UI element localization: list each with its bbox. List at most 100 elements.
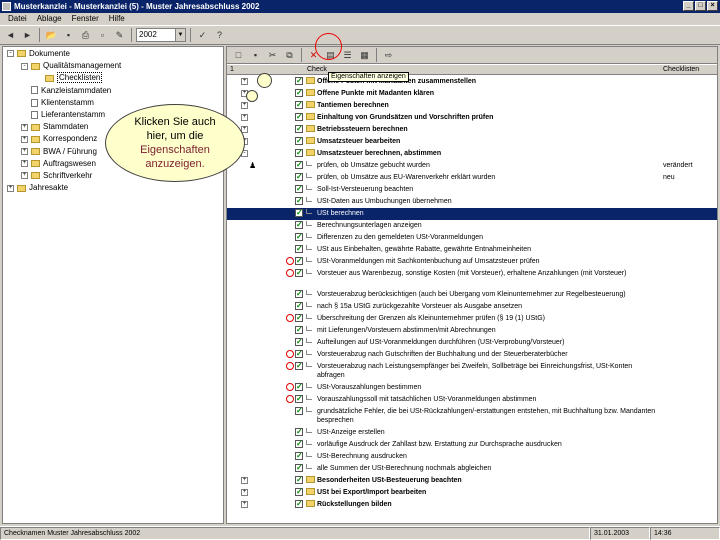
checkbox[interactable]: ✓ [295,89,303,97]
expand-icon[interactable]: + [21,123,28,131]
checkbox[interactable]: ✓ [295,101,303,109]
forward-icon[interactable]: ► [20,28,35,43]
check-tool-icon[interactable]: ✓ [195,28,210,43]
expand-icon[interactable]: + [241,501,248,508]
table-row[interactable]: ✓ USt-Berechnung ausdrucken [227,451,717,463]
table-row[interactable]: + ✓ Einhaltung von Grundsätzen und Vorschr… [227,112,717,124]
table-row[interactable]: ✓ Vorsteuer aus Warenbezug, sonstige Kost… [227,268,717,289]
table-row[interactable]: ✓ USt berechnen [227,208,717,220]
checkbox[interactable]: ✓ [295,197,303,205]
checkbox[interactable]: ✓ [295,338,303,346]
tree-node[interactable]: + Schriftverkehr [21,171,92,181]
checkbox[interactable]: ✓ [295,221,303,229]
expand-icon[interactable]: + [7,184,14,192]
table-row[interactable]: +✓Offene Posten mit Mandanten zusammenst… [227,76,717,88]
table-row[interactable]: ✓ prüfen, ob Umsätze aus EU-Warenverkehr … [227,172,717,184]
checkbox[interactable]: ✓ [295,452,303,460]
col-check[interactable]: Check [307,65,327,75]
chevron-down-icon[interactable]: ▼ [175,29,185,41]
copy-icon[interactable]: ⧉ [282,48,297,63]
table-row[interactable]: ✓ USt-Daten aus Umbuchungen übernehmen [227,196,717,208]
preview-icon[interactable]: ▫ [95,28,110,43]
export-icon[interactable]: ⇨ [381,48,396,63]
help-icon[interactable]: ? [212,28,227,43]
maximize-button[interactable]: □ [695,1,706,11]
tree-node[interactable]: + Jahresakte [7,183,68,193]
checkbox[interactable]: ✓ [295,407,303,415]
checkbox[interactable]: ✓ [295,257,303,265]
table-row[interactable]: ✓ mit Lieferungen/Vorsteuern abstimmen/mi… [227,325,717,337]
expand-icon[interactable]: + [241,102,248,109]
menu-fenster[interactable]: Fenster [67,13,104,25]
menu-hilfe[interactable]: Hilfe [104,13,130,25]
table-row[interactable]: ✓ Vorsteuerabzug nach Gutschriften der Bu… [227,349,717,361]
tree-node[interactable]: - Qualitätsmanagement [21,61,121,71]
table-row[interactable]: ✓ USt aus Einbehalten, gewährte Rabatte, … [227,244,717,256]
year-select[interactable]: 2002 ▼ [136,28,186,42]
checkbox[interactable]: ✓ [295,314,303,322]
save-icon[interactable]: ▪ [248,48,263,63]
table-row[interactable]: - ✓ Umsatzsteuer berechnen, abstimmen [227,148,717,160]
table-row[interactable]: ✓ Soll-Ist-Versteuerung beachten [227,184,717,196]
table-row[interactable]: ✓ Vorsteuerabzug nach Leistungsempfänger … [227,361,717,382]
table-row[interactable]: ✓ Überschreitung der Grenzen als Kleinunt… [227,313,717,325]
checkbox[interactable]: ✓ [295,464,303,472]
tree-node[interactable]: + Stammdaten [21,122,88,132]
list-view-icon[interactable]: ☰ [340,48,355,63]
tree-node[interactable]: + BWA / Führung [21,147,97,157]
cut-icon[interactable]: ✂ [265,48,280,63]
checkbox[interactable]: ✓ [295,440,303,448]
checkbox[interactable]: ✓ [295,290,303,298]
checkbox[interactable]: ✓ [295,125,303,133]
table-row[interactable]: ✓ Berechnungsunterlagen anzeigen [227,220,717,232]
grid-view-icon[interactable]: ▦ [357,48,372,63]
checkbox[interactable]: ✓ [295,428,303,436]
edit-icon[interactable]: ✎ [112,28,127,43]
table-row[interactable]: ✓ Vorsteuerabzug berücksichtigen (auch be… [227,289,717,301]
menu-datei[interactable]: Datei [3,13,32,25]
expand-icon[interactable]: + [21,135,28,143]
close-button[interactable]: × [707,1,718,11]
expand-icon[interactable]: + [241,477,248,484]
checkbox[interactable]: ✓ [295,269,303,277]
collapse-icon[interactable]: - [7,50,14,58]
table-row[interactable]: + ✓ Betriebssteuern berechnen [227,124,717,136]
checkbox[interactable]: ✓ [295,233,303,241]
table-row[interactable]: + ✓ Tantiemen berechnen [227,100,717,112]
checkbox[interactable]: ✓ [295,245,303,253]
expand-icon[interactable]: + [21,172,28,180]
table-row[interactable]: ✓ USt-Vorauszahlungen bestimmen [227,382,717,394]
minimize-button[interactable]: _ [683,1,694,11]
menu-ablage[interactable]: Ablage [32,13,67,25]
save-icon[interactable]: ▪ [61,28,76,43]
table-row[interactable]: ♟ ✓ prüfen, ob Umsätze gebucht wurden verän… [227,160,717,172]
checkbox[interactable]: ✓ [295,302,303,310]
checkbox[interactable]: ✓ [295,209,303,217]
checkbox[interactable]: ✓ [295,350,303,358]
table-row[interactable]: +✓Umsatzsteuer bearbeiten [227,136,717,148]
new-doc-icon[interactable]: □ [231,48,246,63]
checkbox[interactable]: ✓ [295,500,303,508]
table-row[interactable]: ✓ vorläufige Ausdruck der Zahllast bzw. E… [227,439,717,451]
tree-node[interactable]: + Auftragswesen [21,159,96,169]
table-row[interactable]: ✓ Differenzen zu den gemeldeten USt-Voran… [227,232,717,244]
table-row[interactable]: ✓ Vorauszahlungssoll mit tatsächlichen US… [227,394,717,406]
checkbox[interactable]: ✓ [295,149,303,157]
open-icon[interactable]: 📂 [44,28,59,43]
table-row[interactable]: + ✓ Rückstellungen bilden [227,499,717,511]
checkbox[interactable]: ✓ [295,488,303,496]
checkbox[interactable]: ✓ [295,362,303,370]
table-row[interactable]: ✓ grundsätzliche Fehler, die bei USt-Rück… [227,406,717,427]
table-row[interactable]: + ✓ Besonderheiten USt-Besteuerung beachte… [227,475,717,487]
col-checklist[interactable]: Checklisten [663,65,699,75]
checkbox[interactable]: ✓ [295,185,303,193]
checkbox[interactable]: ✓ [295,173,303,181]
checkbox[interactable]: ✓ [295,476,303,484]
expand-icon[interactable]: + [241,78,248,85]
table-row[interactable]: ✓ alle Summen der USt-Berechnung nochmals… [227,463,717,475]
back-icon[interactable]: ◄ [3,28,18,43]
tree-node[interactable]: Lieferantenstamm [21,110,105,120]
checkbox[interactable]: ✓ [295,383,303,391]
checkbox[interactable]: ✓ [295,77,303,85]
checkbox[interactable]: ✓ [295,161,303,169]
